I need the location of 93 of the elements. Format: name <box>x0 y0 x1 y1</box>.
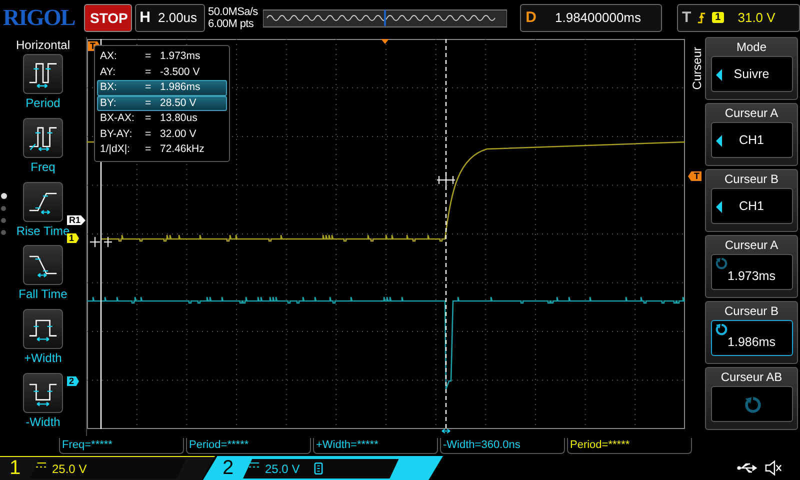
channel-number: 2 <box>221 457 235 480</box>
dc-coupling-icon <box>36 462 46 468</box>
knob-icon <box>714 323 728 336</box>
channel-tab[interactable]: 2 25.0 V <box>203 456 443 480</box>
delay-label: D <box>524 9 538 26</box>
readout-equals: = <box>145 128 152 142</box>
cursor-line[interactable] <box>445 39 447 430</box>
readout-value: 13.80us <box>160 112 198 126</box>
sidebar-title: Horizontal <box>16 38 70 52</box>
trigger-source: 1 <box>712 12 724 24</box>
readout-equals: = <box>145 81 152 95</box>
timebase-label: H <box>138 9 152 26</box>
channel-marker: 2 <box>67 376 80 386</box>
trigger-position-icon <box>381 39 389 44</box>
measure-button[interactable] <box>23 245 63 286</box>
double-arrow-icon <box>442 428 450 434</box>
readout-equals: = <box>145 143 152 157</box>
readout-label: BX-AX: <box>100 112 136 126</box>
menu-button[interactable]: CH1 <box>710 122 792 158</box>
measure-button[interactable] <box>23 182 63 222</box>
measurement-cell: -Width=360.0ns <box>440 438 565 454</box>
run-state-indicator: STOP <box>84 4 132 32</box>
delay-value: 1.98400000ms <box>554 10 642 26</box>
knob-icon <box>714 257 728 270</box>
channel-tab[interactable]: 1 25.0 V <box>0 456 215 480</box>
timebase-value: 2.00us <box>157 10 198 26</box>
readout-equals: = <box>145 112 152 126</box>
menu-item-title: Curseur AB <box>720 369 782 386</box>
readout-value: 1.973ms <box>160 50 200 64</box>
knob-icon <box>744 396 762 414</box>
crosshair-icon <box>436 174 456 187</box>
trigger-label: T <box>682 9 692 26</box>
measurement-cell: Period=***** <box>567 438 692 454</box>
readout-label: AY: <box>100 66 117 80</box>
logo: RIGOL <box>3 4 76 31</box>
measure-label: -Width <box>26 414 60 429</box>
speaker-muted-icon <box>765 460 782 476</box>
menu-item-title: Curseur A <box>724 237 778 254</box>
measure-label: Period <box>26 96 60 110</box>
channel-number: 1 <box>8 457 22 480</box>
measure-button[interactable] <box>23 372 63 413</box>
trigger-level-marker: T <box>688 171 702 182</box>
left-triangle-icon <box>716 201 722 214</box>
readout-value: 28.50 V <box>160 96 196 110</box>
memory-depth: 6.00M pts <box>208 18 255 30</box>
reference-marker: R1 <box>67 215 86 226</box>
trigger-level: 31.0 V <box>738 10 776 26</box>
readout-value: 72.46kHz <box>160 143 204 157</box>
menu-item-title: Curseur B <box>724 303 779 320</box>
channel-marker: 1 <box>67 233 80 244</box>
menu-title: Curseur <box>690 47 704 90</box>
readout-equals: = <box>145 96 152 110</box>
measurement-cell: Period=***** <box>186 438 311 454</box>
measurement-cell: Freq=***** <box>59 438 184 454</box>
readout-value: -3.500 V <box>160 66 200 80</box>
measure-label: +Width <box>24 351 62 366</box>
measure-button[interactable] <box>23 118 63 158</box>
page-dot[interactable] <box>1 206 6 212</box>
page-dot[interactable] <box>1 193 7 200</box>
menu-button[interactable] <box>710 386 792 422</box>
readout-equals: = <box>145 66 152 80</box>
page-dot[interactable] <box>1 218 6 224</box>
channel-scale: 25.0 V <box>52 462 87 476</box>
menu-button[interactable]: Suivre <box>710 56 792 92</box>
measure-label: Fall Time <box>18 287 68 302</box>
readout-label: BY-AY: <box>100 128 134 142</box>
measurement-cell: +Width=***** <box>313 438 438 454</box>
measure-button[interactable] <box>23 54 63 94</box>
readout-label: 1/|dX|: <box>100 143 131 157</box>
menu-button[interactable]: CH1 <box>710 188 792 224</box>
readout-value: 32.00 V <box>160 128 196 142</box>
measure-label: Freq <box>30 160 56 174</box>
menu-item-title: Mode <box>736 39 767 56</box>
dc-coupling-icon <box>249 462 259 468</box>
menu-button[interactable]: 1.986ms <box>710 320 792 356</box>
readout-equals: = <box>145 50 152 64</box>
readout-value: 1.986ms <box>160 81 200 95</box>
readout-label: BY: <box>100 96 118 110</box>
left-triangle-icon <box>716 135 722 148</box>
crosshair-icon <box>90 236 112 248</box>
menu-button[interactable]: 1.973ms <box>710 254 792 290</box>
rising-edge-icon <box>697 10 706 25</box>
menu-item-title: Curseur B <box>724 171 779 188</box>
readout-label: BX: <box>100 81 118 95</box>
menu-item-title: Curseur A <box>724 105 778 122</box>
measure-button[interactable] <box>23 309 63 350</box>
measure-label: Rise Time <box>16 224 70 238</box>
usb-icon <box>737 462 759 474</box>
page-dot[interactable] <box>1 230 6 236</box>
sample-rate: 50.0MSa/s <box>208 6 259 18</box>
left-triangle-icon <box>716 69 722 82</box>
channel-scale: 25.0 V <box>265 462 300 476</box>
readout-label: AX: <box>100 50 118 64</box>
